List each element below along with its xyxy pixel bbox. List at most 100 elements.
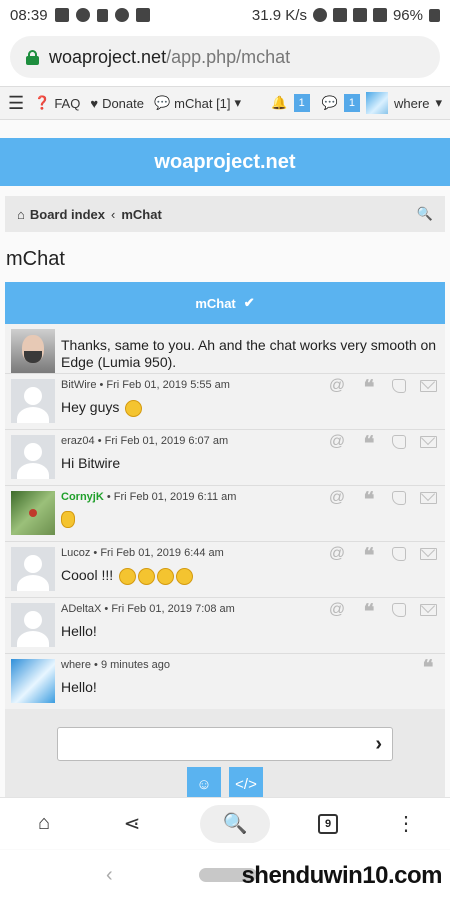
alarm-icon <box>312 8 327 22</box>
message-row: ADeltaX • Fri Feb 01, 2019 7:08 am Hello… <box>5 598 445 654</box>
avatar[interactable] <box>11 379 55 423</box>
message-author[interactable]: CornyjK <box>61 491 104 503</box>
message-time: • Fri Feb 01, 2019 5:55 am <box>99 379 230 391</box>
message-text: Hey guys <box>61 399 120 415</box>
search-icon[interactable]: 🔍 <box>417 206 433 222</box>
bell-icon[interactable]: 🔔 <box>271 95 287 111</box>
message-author[interactable]: eraz04 <box>61 435 95 447</box>
message-text: Hi Bitwire <box>61 455 121 471</box>
breadcrumb-board-index[interactable]: Board index <box>30 207 105 222</box>
notifications-badge: 1 <box>293 94 310 112</box>
mail-icon[interactable] <box>420 436 437 448</box>
message-input[interactable]: › <box>57 727 393 761</box>
bbcode-button[interactable]: </> <box>229 767 263 801</box>
search-button[interactable]: 🔍 <box>200 804 270 843</box>
breadcrumb: ⌂ Board index ‹ mChat 🔍 <box>5 196 445 232</box>
site-header[interactable]: woaproject.net <box>0 138 450 186</box>
chevron-down-icon: ▾ <box>234 95 242 110</box>
message-row: BitWire • Fri Feb 01, 2019 5:55 am Hey g… <box>5 374 445 430</box>
message-time: • 9 minutes ago <box>94 659 171 671</box>
quote-icon[interactable]: ❝ <box>360 490 378 510</box>
like-icon[interactable] <box>392 435 406 449</box>
mention-icon[interactable]: @ <box>328 546 346 562</box>
message-time: • Fri Feb 01, 2019 7:08 am <box>104 603 235 615</box>
avatar[interactable] <box>11 603 55 647</box>
user-name[interactable]: where <box>394 96 429 111</box>
status-bar: 08:39 31.9 K/s 96% <box>0 0 450 30</box>
like-icon[interactable] <box>392 379 406 393</box>
mail-icon[interactable] <box>420 548 437 560</box>
share-icon[interactable]: ⋖ <box>112 811 152 836</box>
smiley-icon: ☺ <box>196 775 212 793</box>
mail-icon[interactable] <box>420 604 437 616</box>
user-avatar[interactable] <box>366 92 389 114</box>
code-icon: </> <box>235 775 257 793</box>
back-icon[interactable]: ‹ <box>106 864 113 887</box>
url-host: woaproject.net <box>49 46 167 67</box>
quote-icon[interactable]: ❝ <box>360 378 378 398</box>
avatar[interactable] <box>11 659 55 703</box>
check-icon: ✔ <box>243 295 255 310</box>
chat-header: mChat ✔ <box>5 282 445 324</box>
message-text: Hello! <box>61 679 97 695</box>
avatar[interactable] <box>11 435 55 479</box>
message-time: • Fri Feb 01, 2019 6:44 am <box>93 547 224 559</box>
message-row: where • 9 minutes ago Hello! ❝ <box>5 654 445 709</box>
quote-icon[interactable]: ❝ <box>360 602 378 622</box>
notification-icon <box>54 8 69 22</box>
astonished-emoji-icon <box>157 567 175 585</box>
message-author[interactable]: Lucoz <box>61 547 90 559</box>
chat-messages[interactable]: Thanks, same to you. Ah and the chat wor… <box>5 324 445 709</box>
network-speed: 31.9 K/s <box>251 6 307 24</box>
message-time: • Fri Feb 01, 2019 6:11 am <box>106 491 237 503</box>
like-icon[interactable] <box>392 547 406 561</box>
address-bar[interactable]: woaproject.net/app.php/mchat <box>10 36 440 78</box>
more-menu-icon[interactable]: ⋮ <box>386 811 426 836</box>
home-icon: ⌂ <box>17 206 25 222</box>
avatar[interactable] <box>11 547 55 591</box>
lock-icon <box>26 49 39 65</box>
browser-bottom-bar: ⌂ ⋖ 🔍 9 ⋮ <box>0 797 450 849</box>
message-row: Thanks, same to you. Ah and the chat wor… <box>5 324 445 374</box>
signal-icon <box>372 8 387 22</box>
home-icon[interactable]: ⌂ <box>24 812 64 835</box>
watermark: shenduwin10.com <box>241 862 442 889</box>
vibrate-icon <box>352 8 367 22</box>
message-row: CornyjK • Fri Feb 01, 2019 6:11 am @ ❝ <box>5 486 445 542</box>
tab-switcher-button[interactable]: 9 <box>318 813 338 834</box>
quote-icon[interactable]: ❝ <box>360 546 378 566</box>
mail-icon[interactable] <box>420 492 437 504</box>
quote-icon[interactable]: ❝ <box>360 434 378 454</box>
messages-badge: 1 <box>343 94 361 112</box>
breadcrumb-mchat[interactable]: mChat <box>121 207 161 222</box>
breadcrumb-separator: ‹ <box>110 206 116 222</box>
message-author[interactable]: ADeltaX <box>61 603 101 615</box>
smiley-button[interactable]: ☺ <box>187 767 221 801</box>
avatar[interactable] <box>11 329 55 373</box>
mention-icon[interactable]: @ <box>328 378 346 394</box>
nav-faq[interactable]: ❓ FAQ <box>34 95 80 111</box>
messages-icon[interactable]: 💬 <box>322 95 338 111</box>
nav-mchat[interactable]: 💬 mChat [1] ▾ <box>154 95 241 111</box>
message-author[interactable]: BitWire <box>61 379 96 391</box>
forum-nav: ☰ ❓ FAQ ♥ Donate 💬 mChat [1] ▾ 🔔 1 💬 1 where… <box>0 86 450 120</box>
mention-icon[interactable]: @ <box>328 602 346 618</box>
url-path: /app.php/mchat <box>166 46 291 67</box>
battery-icon <box>429 8 440 22</box>
battery-level: 96% <box>392 6 423 24</box>
mail-icon[interactable] <box>420 380 437 392</box>
quote-icon[interactable]: ❝ <box>419 658 437 678</box>
menu-icon[interactable]: ☰ <box>8 93 24 114</box>
message-text: Thanks, same to you. Ah and the chat wor… <box>61 337 437 370</box>
nav-donate[interactable]: ♥ Donate <box>90 96 144 111</box>
chat-icon: 💬 <box>153 95 171 110</box>
message-author[interactable]: where <box>61 659 91 671</box>
avatar[interactable] <box>11 491 55 535</box>
like-icon[interactable] <box>392 603 406 617</box>
search-icon: 🔍 <box>222 813 248 835</box>
bell-icon <box>96 8 108 22</box>
like-icon[interactable] <box>392 491 406 505</box>
send-icon[interactable]: › <box>375 733 382 756</box>
mention-icon[interactable]: @ <box>328 490 346 506</box>
mention-icon[interactable]: @ <box>328 434 346 450</box>
